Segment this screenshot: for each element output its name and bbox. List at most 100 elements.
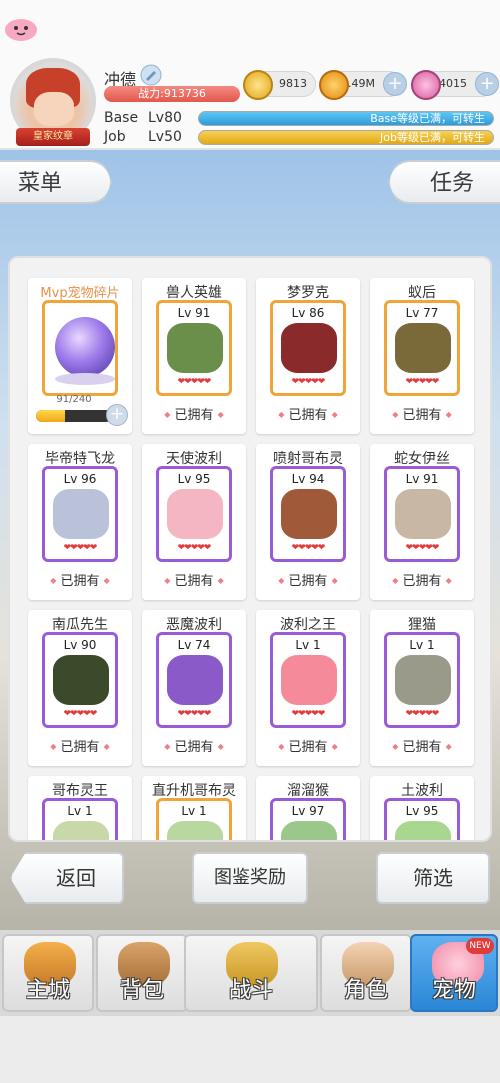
pet-portrait: Lv 97❤❤❤❤❤ bbox=[270, 798, 346, 840]
card-name: 梦罗克 bbox=[287, 285, 329, 301]
pet-portrait: Lv 90 ❤❤❤❤❤ bbox=[42, 632, 118, 728]
pet-portrait: Lv 96 ❤❤❤❤❤ bbox=[42, 466, 118, 562]
pet-card[interactable]: 梦罗克 Lv 86 ❤❤❤❤❤ ◆ 已拥有 ◆ bbox=[256, 278, 360, 434]
pet-level: Lv 94 bbox=[291, 472, 325, 486]
pet-level: Lv 74 bbox=[177, 638, 211, 652]
heart-rating: ❤❤❤❤❤ bbox=[177, 709, 212, 719]
pet-portrait: Lv 77 ❤❤❤❤❤ bbox=[384, 300, 460, 396]
card-name: 土波利 bbox=[401, 783, 443, 799]
pet-card[interactable]: 南瓜先生 Lv 90 ❤❤❤❤❤ ◆ 已拥有 ◆ bbox=[28, 610, 132, 766]
task-button[interactable]: 任务 bbox=[388, 160, 500, 204]
pet-card[interactable]: 毕帝特飞龙 Lv 96 ❤❤❤❤❤ ◆ 已拥有 ◆ bbox=[28, 444, 132, 600]
owned-status: ◆ 已拥有 ◆ bbox=[164, 574, 224, 589]
add-gold-button[interactable]: + bbox=[383, 72, 407, 96]
filter-button[interactable]: 筛选 bbox=[376, 852, 490, 904]
mvp-fragment-card[interactable]: Mvp宠物碎片 91/240 + bbox=[28, 278, 132, 434]
pet-card[interactable]: 蛇女伊丝 Lv 91 ❤❤❤❤❤ ◆ 已拥有 ◆ bbox=[370, 444, 474, 600]
heart-rating: ❤❤❤❤❤ bbox=[291, 543, 326, 553]
pet-art bbox=[167, 821, 223, 840]
heart-rating: ❤❤❤❤❤ bbox=[405, 543, 440, 553]
card-name: 恶魔波利 bbox=[166, 617, 222, 633]
heart-rating: ❤❤❤❤❤ bbox=[291, 709, 326, 719]
nav-pet[interactable]: 宠物 NEW bbox=[410, 934, 498, 1012]
card-name: 毕帝特飞龙 bbox=[45, 451, 115, 467]
add-fragment-button[interactable]: + bbox=[106, 404, 128, 426]
pet-level: Lv 96 bbox=[63, 472, 97, 486]
footer-strip bbox=[0, 1016, 500, 1083]
pink-gem-icon bbox=[411, 70, 441, 100]
pet-card[interactable]: 天使波利 Lv 95 ❤❤❤❤❤ ◆ 已拥有 ◆ bbox=[142, 444, 246, 600]
gold-coin-icon bbox=[319, 70, 349, 100]
pet-art bbox=[53, 821, 109, 840]
pet-portrait: Lv 1 ❤❤❤❤❤ bbox=[384, 632, 460, 728]
pet-card[interactable]: 蚁后 Lv 77 ❤❤❤❤❤ ◆ 已拥有 ◆ bbox=[370, 278, 474, 434]
combat-power: 战力:913736 bbox=[104, 86, 240, 102]
owned-status: ◆ 已拥有 ◆ bbox=[50, 740, 110, 755]
back-button[interactable]: 返回 bbox=[10, 852, 124, 904]
pet-card[interactable]: 喷射哥布灵 Lv 94 ❤❤❤❤❤ ◆ 已拥有 ◆ bbox=[256, 444, 360, 600]
heart-rating: ❤❤❤❤❤ bbox=[63, 709, 98, 719]
heart-rating: ❤❤❤❤❤ bbox=[291, 377, 326, 387]
pet-art bbox=[53, 655, 109, 705]
pet-card[interactable]: 兽人英雄 Lv 91 ❤❤❤❤❤ ◆ 已拥有 ◆ bbox=[142, 278, 246, 434]
menu-button[interactable]: 菜单 bbox=[0, 160, 112, 204]
pet-art bbox=[395, 323, 451, 373]
pet-card[interactable]: 哥布灵王Lv 1❤❤❤❤❤ bbox=[28, 776, 132, 840]
pet-card[interactable]: 狸猫 Lv 1 ❤❤❤❤❤ ◆ 已拥有 ◆ bbox=[370, 610, 474, 766]
pet-art bbox=[281, 323, 337, 373]
job-exp-bar: Job等级已满，可转生 bbox=[198, 130, 494, 145]
pet-card[interactable]: 直升机哥布灵Lv 1❤❤❤❤❤ bbox=[142, 776, 246, 840]
pet-level: Lv 77 bbox=[405, 306, 439, 320]
pet-portrait: Lv 95 ❤❤❤❤❤ bbox=[156, 466, 232, 562]
owned-status: ◆ 已拥有 ◆ bbox=[164, 740, 224, 755]
zeny-coin-icon bbox=[243, 70, 273, 100]
card-name: 蛇女伊丝 bbox=[394, 451, 450, 467]
owned-status: ◆ 已拥有 ◆ bbox=[392, 740, 452, 755]
bottom-nav: 主城 背包 战斗 角色 宠物 NEW bbox=[0, 930, 500, 1016]
pet-level: Lv 95 bbox=[405, 804, 439, 818]
pet-level: Lv 86 bbox=[291, 306, 325, 320]
pet-card[interactable]: 恶魔波利 Lv 74 ❤❤❤❤❤ ◆ 已拥有 ◆ bbox=[142, 610, 246, 766]
nav-battle[interactable]: 战斗 bbox=[184, 934, 318, 1012]
owned-status: ◆ 已拥有 ◆ bbox=[278, 574, 338, 589]
pet-portrait: Lv 74 ❤❤❤❤❤ bbox=[156, 632, 232, 728]
pet-portrait: Lv 91 ❤❤❤❤❤ bbox=[156, 300, 232, 396]
new-badge: NEW bbox=[466, 938, 494, 954]
pet-level: Lv 91 bbox=[177, 306, 211, 320]
pet-level: Lv 1 bbox=[409, 638, 435, 652]
pet-art bbox=[395, 821, 451, 840]
collection-reward-button[interactable]: 图鉴奖励 bbox=[192, 852, 308, 904]
edit-name-icon[interactable] bbox=[140, 64, 162, 86]
pet-level: Lv 90 bbox=[63, 638, 97, 652]
pet-card[interactable]: 波利之王 Lv 1 ❤❤❤❤❤ ◆ 已拥有 ◆ bbox=[256, 610, 360, 766]
heart-rating: ❤❤❤❤❤ bbox=[405, 709, 440, 719]
pet-portrait: Lv 91 ❤❤❤❤❤ bbox=[384, 466, 460, 562]
owned-status: ◆ 已拥有 ◆ bbox=[392, 408, 452, 423]
nav-backpack[interactable]: 背包 bbox=[96, 934, 188, 1012]
pet-level: Lv 95 bbox=[177, 472, 211, 486]
pet-art bbox=[281, 489, 337, 539]
card-name: 波利之王 bbox=[280, 617, 336, 633]
pet-portrait: Lv 1❤❤❤❤❤ bbox=[156, 798, 232, 840]
card-name: 哥布灵王 bbox=[52, 783, 108, 799]
pet-card[interactable]: 土波利Lv 95❤❤❤❤❤ bbox=[370, 776, 474, 840]
pet-art bbox=[395, 655, 451, 705]
pet-art bbox=[167, 489, 223, 539]
mvp-orb-icon bbox=[55, 317, 115, 377]
owned-status: ◆ 已拥有 ◆ bbox=[50, 574, 110, 589]
pet-art bbox=[53, 489, 109, 539]
pet-collection-panel[interactable]: Mvp宠物碎片 91/240 + 兽人英雄 Lv 91 ❤❤❤❤❤ ◆ 已拥有 ◆ 梦罗… bbox=[8, 256, 492, 842]
card-name: Mvp宠物碎片 bbox=[40, 286, 120, 301]
nav-main-city[interactable]: 主城 bbox=[2, 934, 94, 1012]
card-name: 喷射哥布灵 bbox=[273, 451, 343, 467]
pet-card[interactable]: 溜溜猴Lv 97❤❤❤❤❤ bbox=[256, 776, 360, 840]
card-name: 兽人英雄 bbox=[166, 285, 222, 301]
owned-status: ◆ 已拥有 ◆ bbox=[164, 408, 224, 423]
add-gem-button[interactable]: + bbox=[475, 72, 499, 96]
pet-level: Lv 91 bbox=[405, 472, 439, 486]
pet-art bbox=[281, 655, 337, 705]
poring-logo-icon[interactable] bbox=[4, 14, 38, 42]
pet-art bbox=[281, 821, 337, 840]
card-name: 蚁后 bbox=[408, 285, 436, 301]
nav-character[interactable]: 角色 bbox=[320, 934, 412, 1012]
